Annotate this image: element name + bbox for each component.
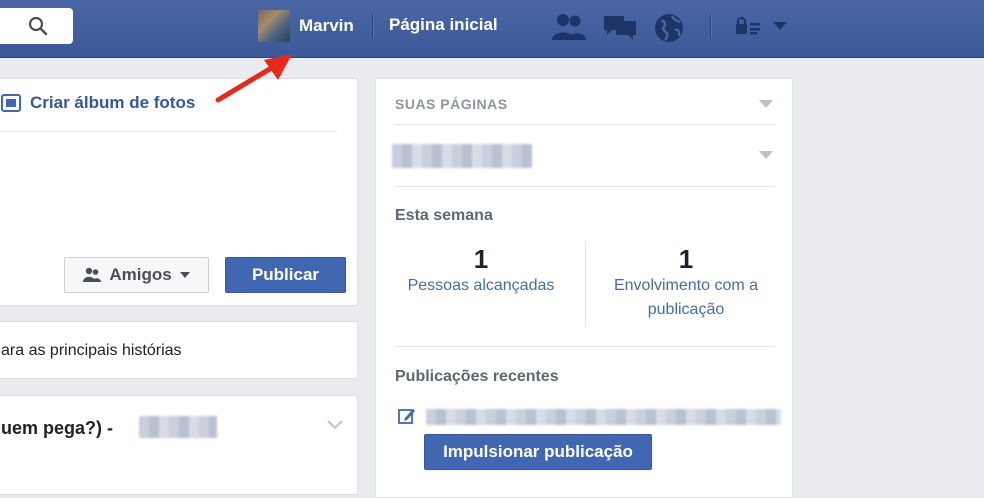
photo-album-icon — [1, 94, 21, 112]
profile-name[interactable]: Marvin — [299, 16, 354, 36]
friends-icon — [83, 267, 102, 282]
feed-post: uem pega?) - — [0, 395, 358, 495]
notifications-globe-icon[interactable] — [653, 12, 685, 44]
boost-post-button[interactable]: Impulsionar publicação — [424, 434, 652, 470]
panel-divider — [395, 124, 775, 125]
page-name-blurred[interactable] — [392, 144, 532, 168]
avatar[interactable] — [258, 10, 290, 42]
top-navigation-bar: Marvin Página inicial — [0, 0, 984, 58]
chevron-down-icon[interactable] — [327, 420, 343, 430]
your-pages-panel: SUAS PÁGINAS Esta semana 1 Pessoas alcan… — [375, 78, 793, 498]
publish-button[interactable]: Publicar — [225, 257, 346, 293]
page-menu-icon[interactable] — [759, 151, 773, 159]
panel-divider — [395, 346, 775, 347]
composer-divider — [1, 131, 337, 132]
profile-link[interactable]: Marvin — [258, 10, 354, 42]
edit-icon — [398, 409, 415, 424]
audience-label: Amigos — [109, 265, 172, 284]
feed-sort-card: ara as principais histórias — [0, 321, 358, 379]
search-input[interactable] — [0, 8, 73, 44]
stat-divider — [585, 241, 586, 327]
stat-people-reached[interactable]: 1 Pessoas alcançadas — [386, 244, 576, 298]
panel-header: SUAS PÁGINAS — [395, 96, 508, 112]
privacy-lock-icon — [736, 16, 760, 35]
post-title[interactable]: uem pega?) - — [1, 418, 113, 439]
stat-value: 1 — [473, 244, 489, 274]
recent-post-blurred[interactable] — [426, 409, 781, 425]
recent-posts-label: Publicações recentes — [395, 368, 559, 385]
stat-label[interactable]: publicação — [591, 298, 781, 322]
create-photo-album-label[interactable]: Criar álbum de fotos — [30, 93, 195, 113]
home-link[interactable]: Página inicial — [389, 15, 498, 35]
panel-divider — [395, 186, 775, 187]
search-icon[interactable] — [28, 16, 48, 36]
messages-icon[interactable] — [602, 12, 638, 42]
stat-label[interactable]: Envolvimento com a — [591, 274, 781, 298]
chevron-down-icon — [179, 272, 190, 278]
account-menu-icon[interactable] — [773, 22, 787, 30]
nav-divider — [372, 14, 374, 38]
privacy-shortcuts-button[interactable] — [735, 16, 787, 36]
blurred-name — [139, 416, 217, 438]
annotation-arrow — [215, 54, 292, 103]
panel-menu-icon[interactable] — [759, 100, 773, 108]
audience-selector[interactable]: Amigos — [64, 257, 209, 293]
friend-requests-icon[interactable] — [551, 12, 587, 42]
create-photo-album-link[interactable]: Criar álbum de fotos — [1, 93, 195, 113]
stat-value: 1 — [678, 244, 694, 274]
stat-label[interactable]: Pessoas alcançadas — [386, 274, 576, 298]
nav-divider — [710, 14, 712, 38]
post-composer: Criar álbum de fotos Amigos Publicar — [0, 78, 358, 306]
stat-post-engagement[interactable]: 1 Envolvimento com a publicação — [591, 244, 781, 322]
top-stories-link[interactable]: ara as principais histórias — [1, 342, 182, 360]
week-label: Esta semana — [395, 207, 493, 224]
